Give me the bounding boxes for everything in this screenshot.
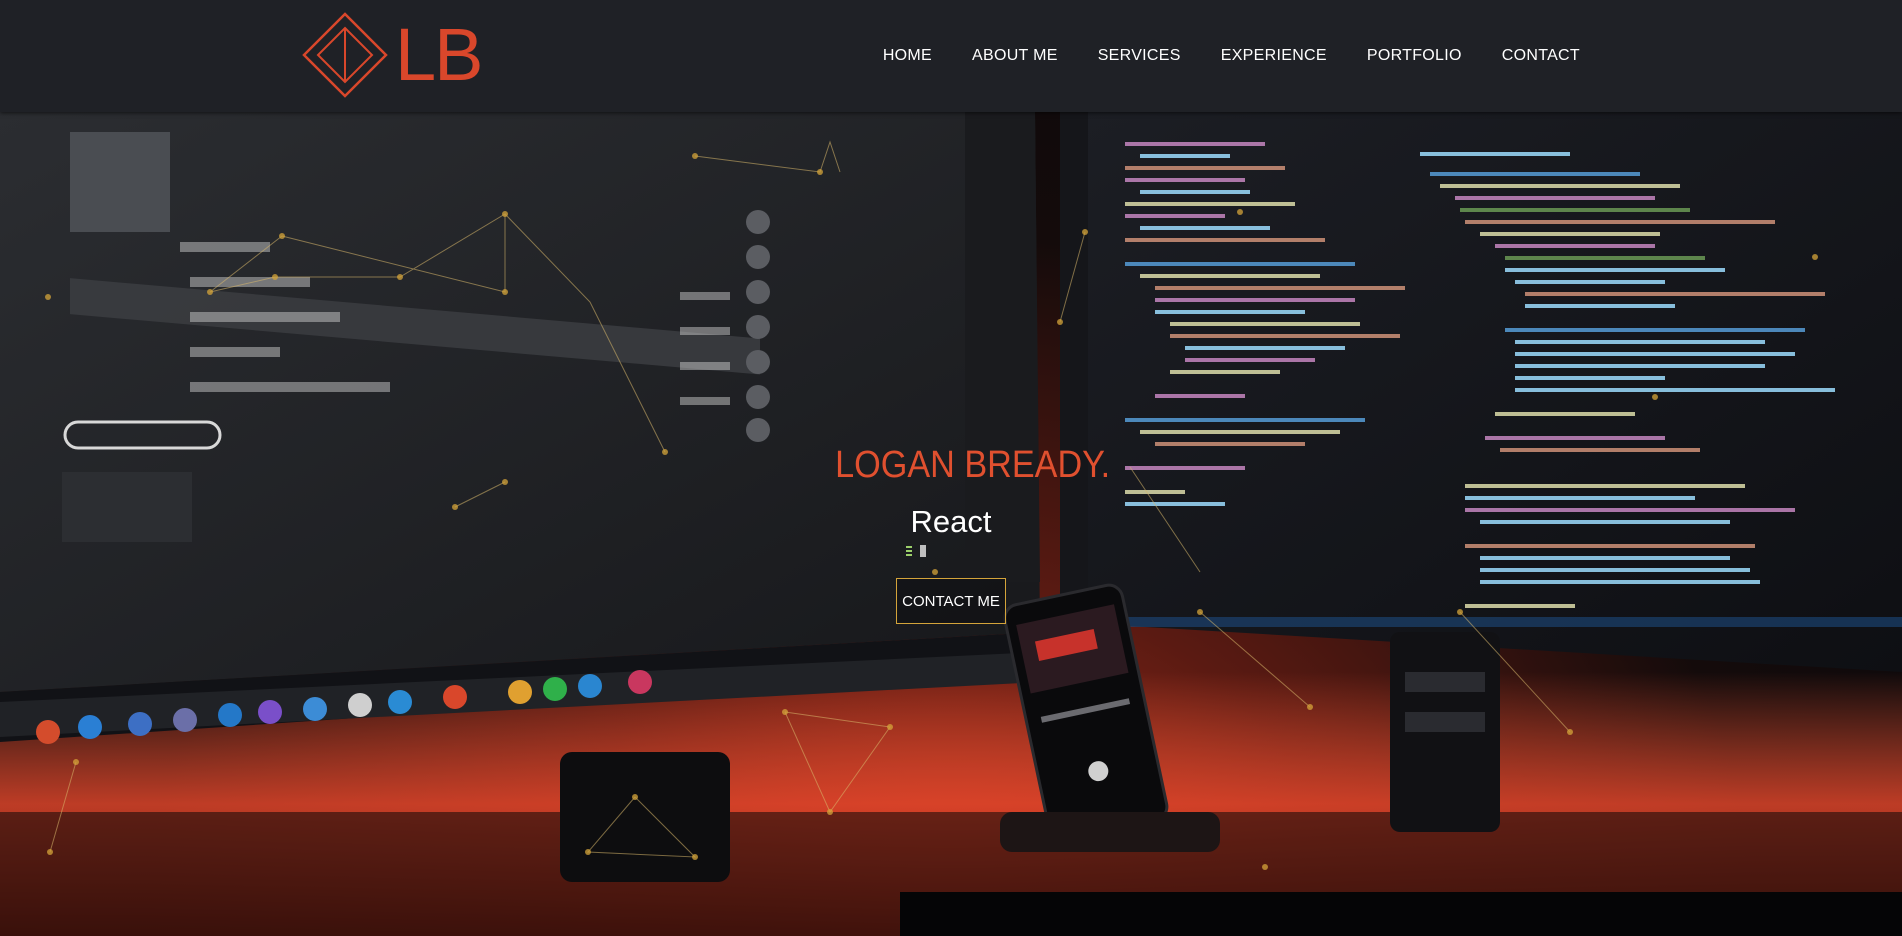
typing-cursor-icon — [906, 545, 926, 557]
contact-me-button[interactable]: CONTACT ME — [896, 578, 1006, 624]
nav-portfolio[interactable]: PORTFOLIO — [1367, 47, 1462, 65]
navbar: LB HOME ABOUT ME SERVICES EXPERIENCE POR… — [0, 0, 1902, 112]
site-logo[interactable]: LB — [300, 10, 490, 100]
main-nav: HOME ABOUT ME SERVICES EXPERIENCE PORTFO… — [843, 47, 1580, 65]
nav-experience[interactable]: EXPERIENCE — [1221, 47, 1327, 65]
nav-services[interactable]: SERVICES — [1098, 47, 1181, 65]
logo-text: LB — [395, 13, 484, 96]
diamond-logo-icon — [302, 12, 388, 98]
nav-contact[interactable]: CONTACT — [1502, 47, 1580, 65]
nav-about-me[interactable]: ABOUT ME — [972, 47, 1058, 65]
nav-home[interactable]: HOME — [883, 47, 932, 65]
hero-section: LOGAN BREADY. React CONTACT ME — [0, 112, 1902, 936]
hero-subtitle-typed: React — [910, 504, 992, 539]
hero-title: LOGAN BREADY. — [835, 444, 1111, 486]
